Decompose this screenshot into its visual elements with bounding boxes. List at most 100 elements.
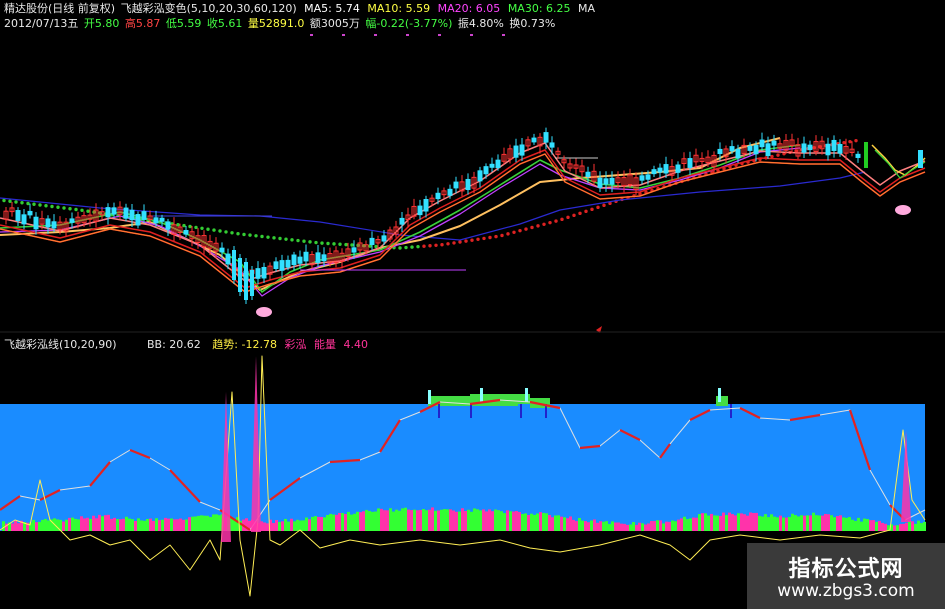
energy-bar: [380, 508, 383, 531]
energy-bar: [359, 512, 362, 531]
ma-dot: [248, 233, 252, 237]
signal-dot: [406, 34, 409, 36]
energy-bar: [671, 520, 674, 531]
energy-bar: [857, 517, 860, 531]
candle-body: [399, 217, 405, 225]
energy-bar: [125, 516, 128, 531]
ma-dot: [554, 219, 558, 223]
ma-dot: [50, 204, 54, 209]
energy-bar: [827, 514, 830, 531]
energy-bar: [776, 517, 779, 531]
energy-bar: [194, 516, 197, 531]
ma-dot: [80, 208, 84, 212]
energy-bar: [647, 523, 650, 531]
energy-bar: [296, 519, 299, 531]
energy-bar: [149, 518, 152, 531]
candle-body: [21, 214, 27, 225]
energy-bar: [626, 524, 629, 531]
energy-bar: [164, 517, 167, 531]
energy-bar: [509, 511, 512, 531]
energy-label: 能量: [313, 338, 336, 351]
energy-bar: [191, 516, 194, 531]
energy-bar: [809, 515, 812, 531]
energy-top-tick: [480, 388, 483, 402]
energy-bar: [443, 509, 446, 531]
ma-dot: [332, 242, 336, 246]
energy-bar: [311, 516, 314, 531]
energy-bar: [503, 513, 506, 531]
energy-bar: [62, 521, 65, 531]
energy-bar: [44, 518, 47, 531]
candle-body: [729, 146, 735, 152]
energy-bar: [158, 520, 161, 531]
ma-dot: [68, 207, 72, 211]
energy-bar: [350, 514, 353, 531]
energy-bar: [773, 516, 776, 531]
energy-bar: [530, 513, 533, 531]
ma-dot: [350, 243, 354, 247]
candle-body: [549, 142, 555, 148]
energy-bar: [326, 515, 329, 531]
energy-bar: [515, 510, 518, 531]
energy-bar: [452, 510, 455, 531]
energy-bar: [737, 513, 740, 531]
energy-bar: [707, 515, 710, 531]
energy-bar: [173, 519, 176, 531]
energy-bar: [836, 516, 839, 531]
candle-body: [417, 205, 423, 216]
energy-bar: [905, 522, 908, 531]
energy-bar: [716, 515, 719, 531]
ma-dot: [560, 217, 564, 222]
ma-dot: [398, 246, 402, 250]
energy-bar: [644, 524, 647, 531]
candle-body: [15, 210, 21, 222]
ma-dot: [842, 140, 846, 145]
ma-dot: [410, 245, 414, 249]
energy-bar: [821, 515, 824, 531]
ma-dot: [500, 233, 504, 238]
energy-bar: [434, 510, 437, 531]
candle-body: [273, 261, 279, 269]
energy-bar: [923, 521, 926, 531]
ma-dot: [488, 235, 492, 240]
candle-body: [513, 145, 519, 158]
energy-bar: [566, 518, 569, 531]
candle-body: [519, 144, 525, 156]
candle-body: [159, 217, 165, 222]
energy-bar: [713, 515, 716, 531]
ma-dot: [38, 203, 42, 207]
ma-dot: [20, 201, 24, 205]
candle-body: [261, 266, 267, 279]
energy-bar: [746, 515, 749, 531]
ma-dot: [242, 232, 246, 237]
candle-body: [105, 207, 111, 218]
energy-bar: [203, 515, 206, 531]
candle-body: [351, 247, 357, 253]
energy-bar: [527, 514, 530, 531]
candle-body: [255, 268, 261, 279]
energy-bar: [710, 513, 713, 531]
energy-bar: [347, 511, 350, 531]
energy-bar: [632, 522, 635, 531]
candle-body: [279, 260, 285, 271]
energy-bar: [314, 516, 317, 531]
energy-bar: [815, 515, 818, 531]
watermark: 指标公式网 www.zbgs3.com: [747, 543, 945, 609]
ma-dot: [290, 238, 294, 242]
candle-body: [321, 254, 327, 262]
energy-bar: [113, 517, 116, 531]
ma-dot: [494, 234, 498, 239]
energy-bar: [263, 522, 266, 531]
energy-bar: [587, 522, 590, 531]
energy-bar: [902, 523, 905, 531]
energy-bar: [329, 513, 332, 531]
energy-bar: [638, 522, 641, 531]
energy-bar: [485, 511, 488, 531]
ma-dot: [272, 236, 276, 240]
candle-body: [453, 181, 459, 189]
candle-body: [465, 178, 471, 190]
energy-bar: [302, 520, 305, 531]
energy-bar: [293, 521, 296, 531]
energy-bar: [428, 509, 431, 531]
energy-bar: [386, 510, 389, 531]
